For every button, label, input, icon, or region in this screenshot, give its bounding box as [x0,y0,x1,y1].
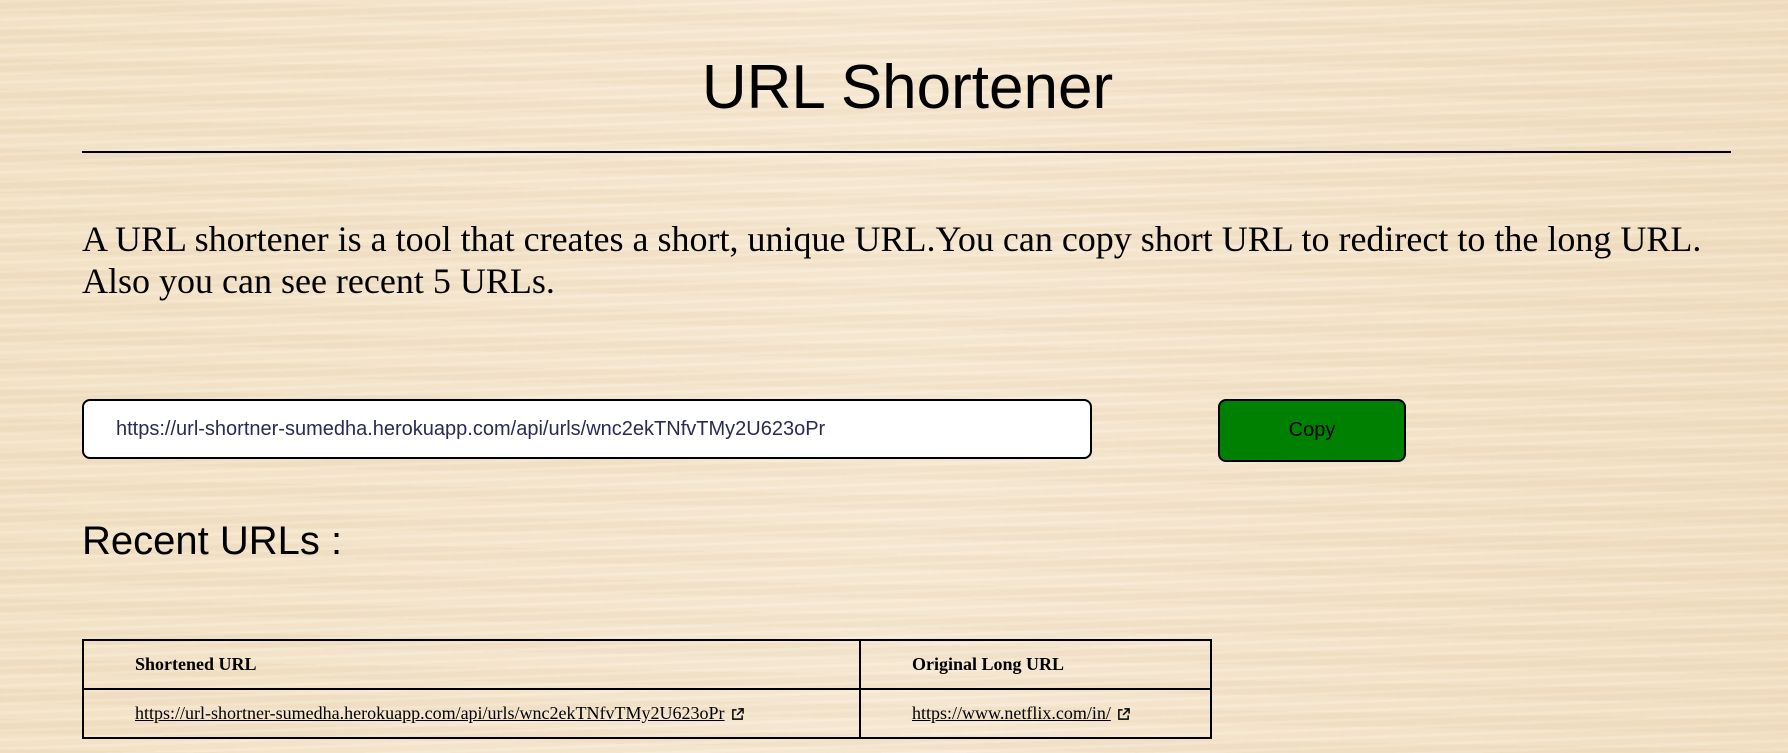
recent-urls-heading: Recent URLs : [82,519,343,563]
external-link-icon[interactable] [1117,708,1130,721]
column-header-shortened-url: Shortened URL [82,639,861,690]
table-header-row: Shortened URL Original Long URL [82,639,1212,690]
shortened-url-link[interactable]: https://url-shortner-sumedha.herokuapp.c… [135,703,725,723]
original-url-cell: https://www.netflix.com/in/ [859,688,1212,739]
short-url-input[interactable] [82,399,1092,459]
title-divider [82,151,1731,153]
page-title: URL Shortener [701,53,1114,122]
original-url-link[interactable]: https://www.netflix.com/in/ [912,703,1111,723]
recent-urls-table: Shortened URL Original Long URL https://… [82,639,1212,739]
table-row: https://url-shortner-sumedha.herokuapp.c… [82,688,1212,739]
copy-button[interactable]: Copy [1218,399,1406,462]
column-header-original-url: Original Long URL [859,639,1212,690]
shortened-url-cell: https://url-shortner-sumedha.herokuapp.c… [82,688,861,739]
external-link-icon[interactable] [731,708,744,721]
page-description: A URL shortener is a tool that creates a… [82,219,1702,301]
